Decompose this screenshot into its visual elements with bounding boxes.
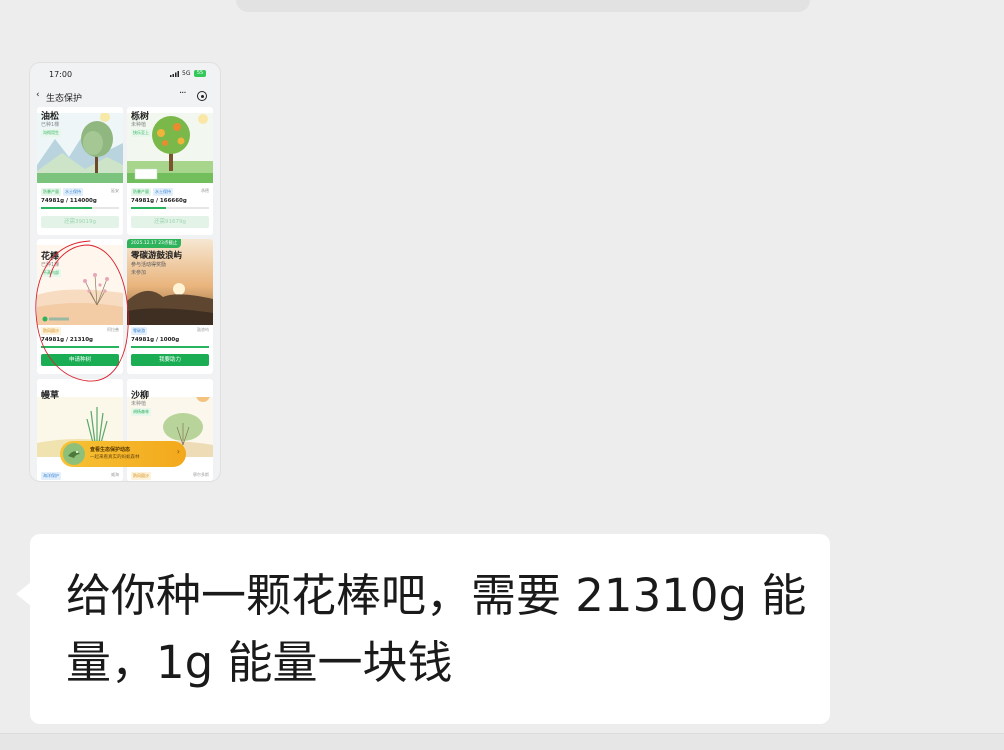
text-message-bubble[interactable]: 给你种一颗花棒吧，需要 21310g 能量，1g 能量一块钱 <box>16 534 830 724</box>
red-circle-annotation <box>35 240 129 382</box>
message-text: 给你种一颗花棒吧，需要 21310g 能量，1g 能量一块钱 <box>66 569 807 689</box>
next-message-edge <box>0 733 1004 750</box>
previous-message-bubble[interactable] <box>236 0 810 12</box>
screenshot-image-message[interactable]: 17:00 5G 55 ‹ 生态保护 ··· 油松 已种1棵 沟彻用生 防暴产量… <box>30 63 220 481</box>
